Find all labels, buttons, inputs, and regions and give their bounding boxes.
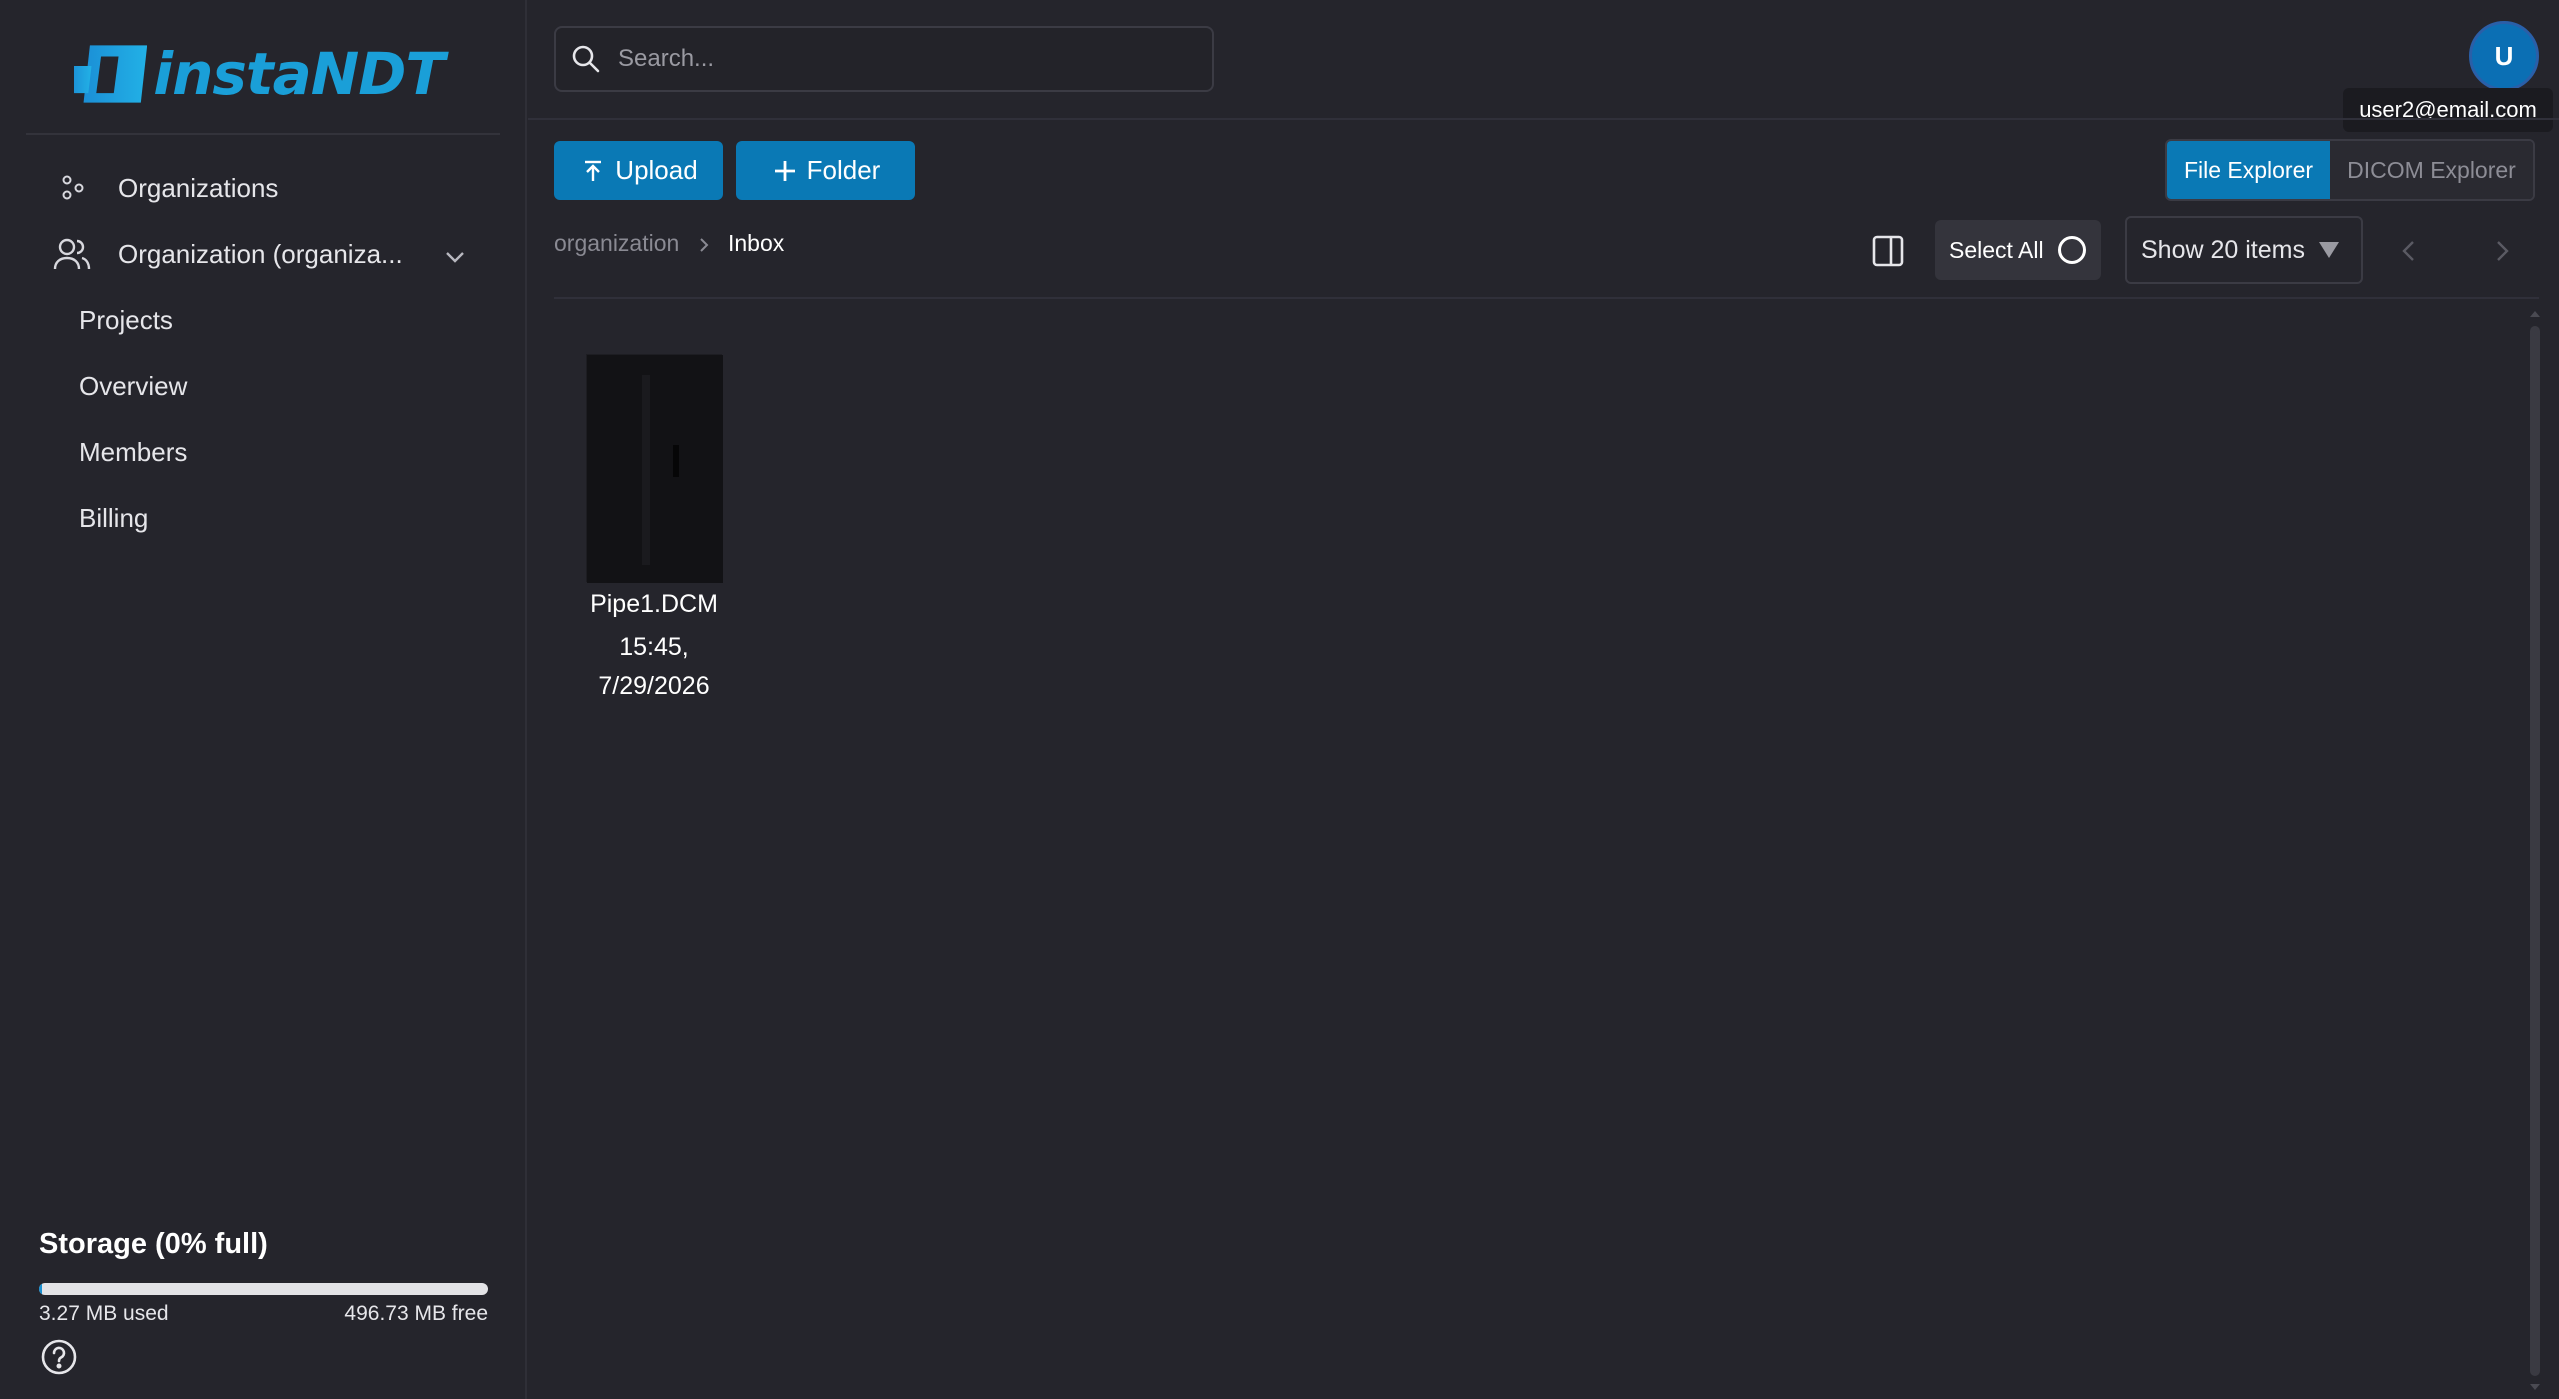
items-per-page-label: Show 20 items — [2141, 235, 2305, 264]
tab-dicom-explorer[interactable]: DICOM Explorer — [2330, 141, 2533, 199]
search-box[interactable] — [554, 26, 1214, 92]
sidebar-item-label: Organizations — [118, 172, 279, 203]
file-name: Pipe1.DCM — [590, 590, 718, 618]
sidebar-item-members[interactable]: Members — [79, 430, 187, 474]
upload-button[interactable]: Upload — [554, 141, 723, 200]
organizations-icon — [52, 168, 92, 208]
file-time: 15:45, — [619, 633, 689, 661]
dropdown-triangle-icon — [2318, 242, 2339, 258]
sidebar: instaNDT Organizations Organization (org… — [0, 0, 527, 1399]
sidebar-item-overview[interactable]: Overview — [79, 364, 187, 408]
sidebar-item-label: Organization (organiza... — [118, 238, 403, 269]
users-icon — [52, 234, 92, 274]
dicom-preview-image — [587, 355, 723, 583]
search-input[interactable] — [618, 45, 1178, 73]
help-icon[interactable] — [40, 1338, 78, 1376]
upload-icon — [585, 160, 602, 181]
sidebar-divider — [26, 133, 500, 135]
scroll-up-icon[interactable] — [2527, 306, 2543, 320]
app-logo[interactable]: instaNDT — [74, 36, 445, 112]
plus-icon — [774, 160, 795, 181]
chevron-right-icon — [700, 238, 709, 252]
instandt-logo-icon — [74, 45, 148, 103]
select-all-button[interactable]: Select All — [1935, 220, 2101, 280]
new-folder-button[interactable]: Folder — [736, 141, 915, 200]
breadcrumb-organization[interactable]: organization — [554, 230, 679, 257]
chevron-down-icon[interactable] — [440, 242, 470, 272]
logo-text: instaNDT — [153, 40, 445, 108]
scrollbar-thumb[interactable] — [2530, 326, 2540, 1376]
user-email-tooltip: user2@email.com — [2343, 88, 2553, 132]
panel-toggle-icon[interactable] — [1870, 233, 1906, 269]
file-thumbnail — [586, 354, 723, 583]
storage-free: 496.73 MB free — [344, 1302, 488, 1325]
scrollbar[interactable] — [2527, 306, 2543, 1399]
previous-page-icon[interactable] — [2394, 234, 2424, 268]
next-page-icon[interactable] — [2487, 234, 2517, 268]
breadcrumb-inbox[interactable]: Inbox — [728, 230, 784, 257]
upload-label: Upload — [615, 155, 698, 185]
file-modified: 15:45, 7/29/2026 — [574, 628, 734, 706]
view-switcher: File Explorer DICOM Explorer — [2165, 139, 2535, 201]
storage-progress-fill — [39, 1283, 43, 1295]
content-divider — [554, 297, 2539, 299]
items-per-page-select[interactable]: Show 20 items — [2125, 216, 2363, 284]
sidebar-item-organizations[interactable]: Organizations — [52, 165, 278, 211]
scroll-down-icon[interactable] — [2527, 1381, 2543, 1395]
tab-file-explorer[interactable]: File Explorer — [2167, 141, 2330, 199]
storage-progress-bar — [39, 1283, 488, 1295]
storage-used: 3.27 MB used — [39, 1302, 169, 1325]
user-avatar[interactable]: U — [2469, 21, 2539, 91]
select-all-circle-icon — [2057, 236, 2086, 264]
file-date: 7/29/2026 — [598, 672, 710, 700]
select-all-label: Select All — [1949, 236, 2044, 263]
search-icon — [572, 45, 600, 73]
sidebar-item-projects[interactable]: Projects — [79, 298, 173, 342]
sidebar-item-billing[interactable]: Billing — [79, 496, 148, 540]
header-divider — [528, 118, 2559, 120]
sidebar-item-organization[interactable]: Organization (organiza... — [52, 231, 403, 277]
folder-label: Folder — [806, 155, 881, 185]
storage-title: Storage (0% full) — [39, 1228, 268, 1260]
